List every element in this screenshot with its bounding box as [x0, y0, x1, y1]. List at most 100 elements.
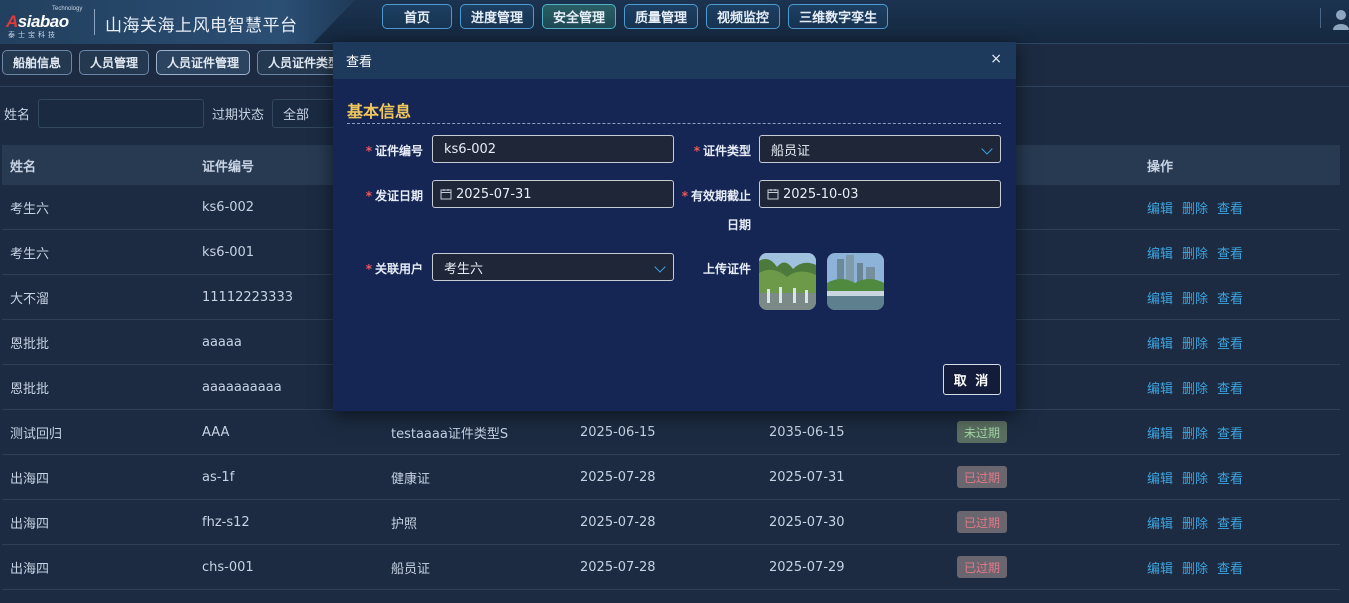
user-icon[interactable]	[1325, 6, 1349, 30]
view-link[interactable]: 查看	[1217, 468, 1243, 487]
delete-link[interactable]: 删除	[1182, 423, 1208, 442]
cert-type-label: * 证件类型	[693, 144, 751, 158]
cell-status: 已过期	[957, 455, 1008, 499]
row-actions: 编辑 删除 查看	[1147, 333, 1243, 352]
view-link[interactable]: 查看	[1217, 513, 1243, 532]
cell-name: 出海四	[10, 561, 50, 577]
cell-ops: 编辑 删除 查看	[1147, 410, 1243, 454]
cell-code: AAA	[202, 424, 230, 440]
cancel-button[interactable]: 取 消	[943, 364, 1001, 395]
section-divider	[347, 123, 1001, 124]
cell-name: 大不溜	[10, 291, 50, 307]
edit-link[interactable]: 编辑	[1147, 513, 1173, 532]
cell-expiry-date: 2035-06-15	[769, 424, 845, 440]
delete-link[interactable]: 删除	[1182, 288, 1208, 307]
edit-link[interactable]: 编辑	[1147, 423, 1173, 442]
cell-code: as-1f	[202, 469, 235, 485]
delete-link[interactable]: 删除	[1182, 333, 1208, 352]
nav-video[interactable]: 视频监控	[706, 4, 781, 29]
nav-quality[interactable]: 质量管理	[624, 4, 699, 29]
row-actions: 编辑 删除 查看	[1147, 423, 1243, 442]
status-badge: 已过期	[957, 556, 1008, 578]
cell-ops: 编辑 删除 查看	[1147, 320, 1243, 364]
edit-link[interactable]: 编辑	[1147, 243, 1173, 262]
main-nav: 首页 进度管理 安全管理 质量管理 视频监控 三维数字孪生	[382, 4, 889, 30]
view-link[interactable]: 查看	[1217, 423, 1243, 442]
name-filter-input[interactable]	[38, 98, 205, 128]
cell-issue-date: 2025-07-28	[580, 559, 656, 575]
edit-link[interactable]: 编辑	[1147, 333, 1173, 352]
cell-name: 出海四	[10, 471, 50, 487]
issue-date-field[interactable]: 2025-07-31	[432, 180, 674, 208]
edit-link[interactable]: 编辑	[1147, 288, 1173, 307]
cell-code: fhz-s12	[202, 514, 250, 530]
view-link[interactable]: 查看	[1217, 378, 1243, 397]
cell-type: 船员证	[391, 561, 431, 577]
cell-name: 测试回归	[10, 426, 63, 442]
issue-date-label: * 发证日期	[365, 189, 423, 203]
cell-issue-date: 2025-06-15	[580, 424, 656, 440]
view-link[interactable]: 查看	[1217, 243, 1243, 262]
cert-no-field[interactable]: ks6-002	[432, 135, 674, 163]
delete-link[interactable]: 删除	[1182, 378, 1208, 397]
delete-link[interactable]: 删除	[1182, 243, 1208, 262]
delete-link[interactable]: 删除	[1182, 198, 1208, 217]
cell-expiry-date: 2025-07-29	[769, 559, 845, 575]
cell-ops: 编辑 删除 查看	[1147, 500, 1243, 544]
cell-code: chs-001	[202, 559, 254, 575]
valid-date-field[interactable]: 2025-10-03	[759, 180, 1001, 208]
cert-image-thumbnail[interactable]	[759, 253, 816, 310]
edit-link[interactable]: 编辑	[1147, 378, 1173, 397]
cell-ops: 编辑 删除 查看	[1147, 455, 1243, 499]
cert-type-select[interactable]: 船员证	[759, 135, 1001, 163]
row-actions: 编辑 删除 查看	[1147, 558, 1243, 577]
tab-personnel[interactable]: 人员管理	[79, 50, 150, 75]
cell-type: 护照	[391, 516, 418, 532]
view-link[interactable]: 查看	[1217, 288, 1243, 307]
calendar-icon	[440, 189, 452, 200]
delete-link[interactable]: 删除	[1182, 513, 1208, 532]
cell-name: 考生六	[10, 201, 50, 217]
view-link[interactable]: 查看	[1217, 333, 1243, 352]
delete-link[interactable]: 删除	[1182, 468, 1208, 487]
edit-link[interactable]: 编辑	[1147, 468, 1173, 487]
cell-ops: 编辑 删除 查看	[1147, 365, 1243, 409]
edit-link[interactable]: 编辑	[1147, 558, 1173, 577]
view-link[interactable]: 查看	[1217, 558, 1243, 577]
row-actions: 编辑 删除 查看	[1147, 288, 1243, 307]
col-name-header: 姓名	[10, 159, 37, 175]
row-actions: 编辑 删除 查看	[1147, 468, 1243, 487]
top-header: Technology Asiabao 泰士宝科技 山海关海上风电智慧平台 首页 …	[0, 0, 1349, 44]
view-dialog: 查看 × 基本信息 * 证件编号 ks6-002 * 证件类型 船员证 * 发证日期 …	[333, 42, 1016, 411]
status-badge: 已过期	[957, 511, 1008, 533]
nav-progress[interactable]: 进度管理	[460, 4, 535, 29]
header-divider	[1320, 8, 1321, 28]
cell-name: 考生六	[10, 246, 50, 262]
col-code-header: 证件编号	[202, 159, 255, 175]
brand-divider	[94, 9, 95, 35]
nav-safety[interactable]: 安全管理	[542, 4, 617, 29]
view-link[interactable]: 查看	[1217, 198, 1243, 217]
company-logo: Technology Asiabao 泰士宝科技	[6, 6, 83, 39]
col-ops-header: 操作	[1147, 159, 1174, 175]
chevron-down-icon	[981, 143, 993, 155]
close-icon[interactable]: ×	[990, 51, 1002, 67]
cell-issue-date: 2025-07-28	[580, 469, 656, 485]
nav-home[interactable]: 首页	[382, 4, 452, 29]
tab-ship-info[interactable]: 船舶信息	[2, 50, 73, 75]
brand-area: Technology Asiabao 泰士宝科技 山海关海上风电智慧平台	[0, 0, 355, 44]
tab-personnel-cert[interactable]: 人员证件管理	[156, 50, 251, 75]
cell-ops: 编辑 删除 查看	[1147, 230, 1243, 274]
user-select[interactable]: 考生六	[432, 253, 674, 281]
cert-image-thumbnail[interactable]	[827, 253, 884, 310]
row-actions: 编辑 删除 查看	[1147, 513, 1243, 532]
cell-name: 恩批批	[10, 381, 50, 397]
nav-digital-twin[interactable]: 三维数字孪生	[788, 4, 889, 29]
cell-expiry-date: 2025-07-30	[769, 514, 845, 530]
delete-link[interactable]: 删除	[1182, 558, 1208, 577]
table-row: 出海四 as-1f 健康证 2025-07-28 2025-07-31 已过期 编辑 删除 查看	[2, 455, 1340, 500]
chevron-down-icon	[654, 261, 666, 273]
edit-link[interactable]: 编辑	[1147, 198, 1173, 217]
expire-filter-label: 过期状态	[212, 107, 265, 123]
cell-issue-date: 2025-07-28	[580, 514, 656, 530]
